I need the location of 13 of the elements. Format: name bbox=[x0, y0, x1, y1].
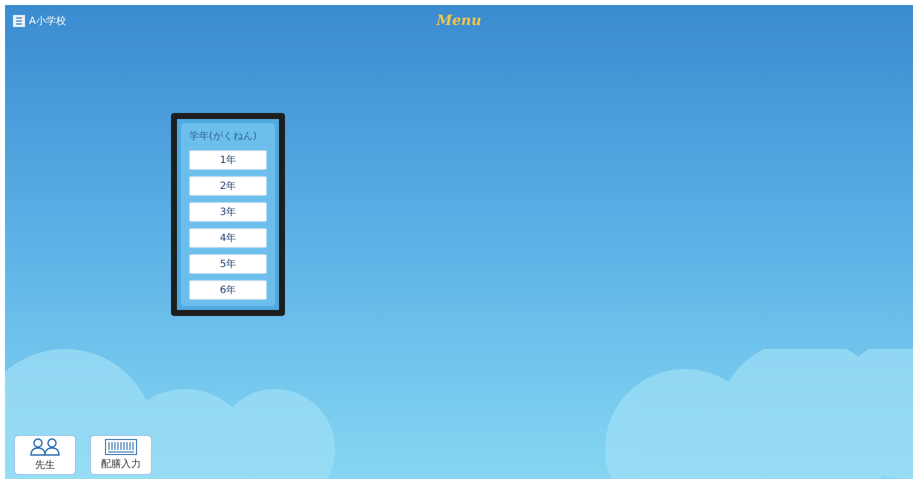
meal-input-button[interactable]: 配膳入力 bbox=[90, 435, 152, 475]
app-logo: Menu bbox=[436, 12, 482, 30]
teacher-button[interactable]: 先生 bbox=[14, 435, 76, 475]
keyboard-icon bbox=[105, 438, 137, 454]
grade-button[interactable]: 3年 bbox=[189, 202, 267, 222]
grade-button[interactable]: 1年 bbox=[189, 150, 267, 170]
grade-title: 学年(がくねん) bbox=[189, 130, 258, 144]
grade-button[interactable]: 6年 bbox=[189, 280, 267, 300]
people-icon bbox=[30, 438, 60, 456]
grade-button[interactable]: 5年 bbox=[189, 254, 267, 274]
grade-button[interactable]: 4年 bbox=[189, 228, 267, 248]
school-name: A小学校 bbox=[29, 14, 66, 28]
grade-button[interactable]: 2年 bbox=[189, 176, 267, 196]
